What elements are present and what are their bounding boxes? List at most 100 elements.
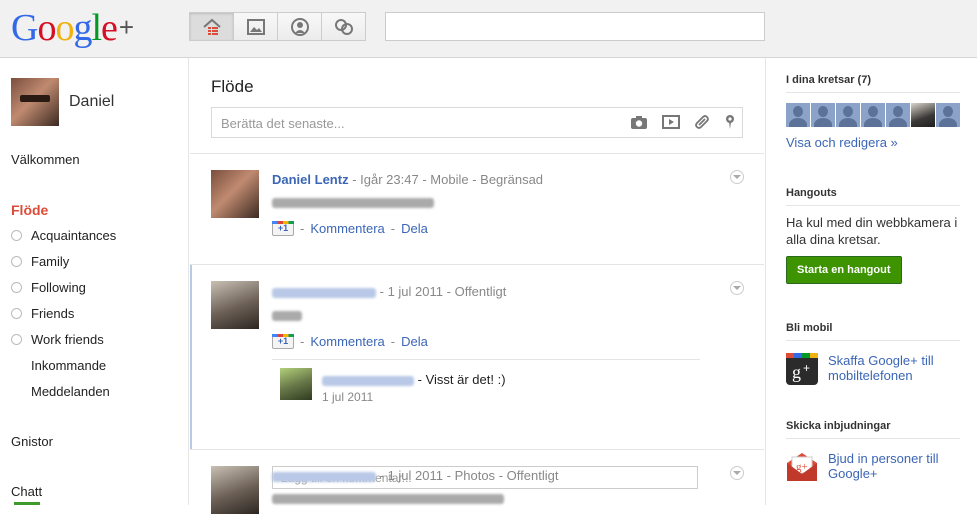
hangouts-title: Hangouts [786, 187, 960, 206]
post-via: Mobile [430, 172, 469, 187]
get-mobile-link[interactable]: Skaffa Google+ till mobiltelefonen [828, 353, 960, 383]
circles-icon [334, 18, 353, 35]
share-box[interactable]: Berätta det senaste... [211, 107, 743, 138]
nav-home-button[interactable] [189, 12, 234, 41]
person-avatar[interactable] [861, 103, 885, 127]
nav-chat[interactable]: Chatt [11, 484, 42, 499]
circle-family[interactable]: Family [11, 254, 69, 269]
invite-envelope-icon[interactable]: g+ [786, 451, 818, 483]
commenter-name-blurred[interactable] [322, 375, 414, 386]
comment-text: - Visst är det! :) [417, 372, 506, 387]
circle-following[interactable]: Following [11, 280, 86, 295]
share-link[interactable]: Dela [401, 221, 428, 236]
post-time[interactable]: 1 jul 2011 [388, 284, 443, 299]
person-avatar[interactable] [936, 103, 960, 127]
svg-text:g: g [792, 362, 801, 382]
circle-friends[interactable]: Friends [11, 306, 74, 321]
logo-plus: + [118, 12, 134, 42]
person-avatar[interactable] [886, 103, 910, 127]
logo-letter: o [55, 7, 74, 49]
post-options-caret[interactable] [730, 170, 744, 184]
nav-photos-button[interactable] [233, 12, 278, 41]
nav-stream[interactable]: Flöde [11, 202, 48, 218]
post-time[interactable]: 1 jul 2011 [388, 468, 443, 483]
nav-welcome[interactable]: Välkommen [11, 152, 80, 167]
plus-one-button[interactable]: +1 [272, 221, 294, 236]
user-avatar[interactable] [11, 78, 59, 126]
post-author-avatar[interactable] [211, 281, 259, 329]
post: Daniel Lentz - Igår 23:47 - Mobile - Beg… [190, 154, 764, 264]
svg-text:+: + [803, 361, 810, 375]
share-tools [630, 114, 736, 130]
comment-line: - Visst är det! :) [322, 372, 506, 387]
invite-title: Skicka inbjudningar [786, 420, 960, 439]
location-icon[interactable] [724, 114, 736, 130]
circle-icon [11, 308, 22, 319]
post-body-blurred [272, 307, 302, 325]
circle-icon [11, 334, 22, 345]
post-visibility[interactable]: Offentligt [507, 468, 559, 483]
commenter-avatar[interactable] [280, 368, 312, 400]
post-visibility[interactable]: Offentligt [455, 284, 507, 299]
plus-one-button[interactable]: +1 [272, 334, 294, 349]
nav-notifications[interactable]: Meddelanden [31, 384, 110, 399]
post-author[interactable]: Daniel Lentz [272, 172, 349, 187]
circles-title: I dina kretsar (7) [786, 74, 960, 93]
circle-faces [786, 103, 960, 127]
user-name[interactable]: Daniel [69, 93, 114, 111]
circle-icon [11, 230, 22, 241]
google-plus-mobile-icon[interactable]: g + [786, 353, 818, 385]
share-placeholder: Berätta det senaste... [221, 116, 345, 131]
google-plus-logo[interactable]: Google+ [11, 7, 134, 49]
comment-date[interactable]: 1 jul 2011 [322, 390, 373, 404]
post: - 1 jul 2011 - Offentligt +1 - Kommenter… [190, 265, 764, 489]
video-icon[interactable] [662, 114, 680, 130]
post-visibility[interactable]: Begränsad [480, 172, 543, 187]
invite-widget: Skicka inbjudningar g+ Bjud in personer … [786, 420, 960, 483]
post-author-blurred[interactable] [272, 287, 376, 298]
photos-icon [246, 18, 265, 35]
share-link[interactable]: Dela [401, 334, 428, 349]
search-input[interactable] [385, 12, 765, 41]
circle-label: Work friends [31, 332, 104, 347]
comment-link[interactable]: Kommentera [310, 334, 384, 349]
post-body-blurred [272, 490, 504, 508]
nav-circles-button[interactable] [321, 12, 366, 41]
post-type: Photos [454, 468, 496, 483]
logo-letter: e [101, 7, 118, 49]
start-hangout-button[interactable]: Starta en hangout [786, 256, 902, 284]
post-time[interactable]: Igår 23:47 [360, 172, 419, 187]
nav-sparks[interactable]: Gnistor [11, 434, 53, 449]
post-options-caret[interactable] [730, 281, 744, 295]
comment-link[interactable]: Kommentera [310, 221, 384, 236]
hangouts-text: Ha kul med din webbkamera i alla dina kr… [786, 215, 958, 247]
post-options-caret[interactable] [730, 466, 744, 480]
camera-icon[interactable] [630, 114, 648, 130]
nav-incoming[interactable]: Inkommande [31, 358, 106, 373]
mobile-row: g + Skaffa Google+ till mobiltelefonen [786, 353, 960, 385]
person-avatar[interactable] [786, 103, 810, 127]
person-avatar[interactable] [836, 103, 860, 127]
circles-widget: I dina kretsar (7) Visa och redigera » [786, 74, 960, 150]
circle-work-friends[interactable]: Work friends [11, 332, 104, 347]
post-body-blurred [272, 194, 434, 212]
view-edit-circles-link[interactable]: Visa och redigera » [786, 135, 960, 150]
nav-profile-button[interactable] [277, 12, 322, 41]
person-avatar[interactable] [911, 103, 935, 127]
circle-acquaintances[interactable]: Acquaintances [11, 228, 116, 243]
post-author-avatar[interactable] [211, 466, 259, 514]
top-bar: Google+ [0, 0, 977, 58]
circle-icon [11, 256, 22, 267]
post-author-avatar[interactable] [211, 170, 259, 218]
post-author-blurred[interactable] [272, 471, 376, 482]
right-sidebar: I dina kretsar (7) Visa och redigera » H… [765, 58, 977, 505]
profile-icon [290, 17, 309, 36]
circle-icon [11, 282, 22, 293]
home-icon [202, 18, 221, 35]
invite-people-link[interactable]: Bjud in personer till Google+ [828, 451, 960, 481]
comment: - Visst är det! :) 1 jul 2011 [272, 360, 698, 408]
link-icon[interactable] [694, 114, 710, 130]
circle-label: Following [31, 280, 86, 295]
person-avatar[interactable] [811, 103, 835, 127]
left-sidebar: Daniel Välkommen Flöde Acquaintances Fam… [0, 58, 189, 505]
